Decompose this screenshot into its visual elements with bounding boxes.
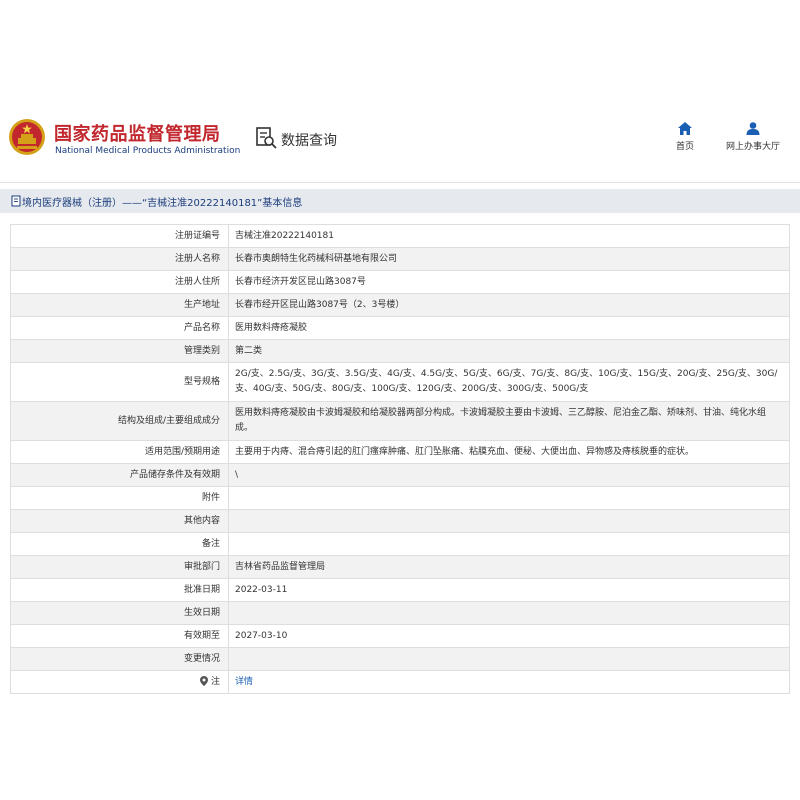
row-label: 型号规格 [10,362,229,402]
nav-online-label: 网上办事大厅 [725,142,780,152]
table-row: 产品储存条件及有效期 \ [10,463,790,487]
row-value: 2G/支、2.5G/支、3G/支、3.5G/支、4G/支、4.5G/支、5G/支… [228,362,790,402]
row-value: 第二类 [228,339,790,363]
data-query-label: 数据查询 [281,133,337,149]
row-label: 审批部门 [10,555,229,579]
table-row: 注 详情 [10,670,790,694]
table-row: 注册人住所 长春市经济开发区昆山路3087号 [10,270,790,294]
site-subtitle: National Medical Products Administration [55,146,241,156]
table-row: 结构及组成/主要组成成分 医用数料痔疮凝胶由卡波姆凝胶和给凝胶器两部分构成。卡波… [10,401,790,441]
breadcrumb: 境内医疗器械（注册）——“吉械注准20222140181”基本信息 [0,189,800,213]
row-label: 注册人住所 [10,270,229,294]
row-label: 生效日期 [10,601,229,625]
row-label: 产品储存条件及有效期 [10,463,229,487]
row-value: 医用数料痔疮凝胶由卡波姆凝胶和给凝胶器两部分构成。卡波姆凝胶主要由卡波姆、三乙醇… [228,401,790,441]
table-row: 适用范围/预期用途 主要用于内痔、混合痔引起的肛门瘙痒肿痛、肛门坠胀痛、粘膜充血… [10,440,790,464]
site-title[interactable]: 国家药品监督管理局 [54,120,221,146]
row-value-cell: 详情 [228,670,790,694]
row-value: 2027-03-10 [228,624,790,648]
row-label: 变更情况 [10,647,229,671]
row-value: 长春市经开区昆山路3087号（2、3号楼） [228,293,790,317]
home-icon [678,122,692,135]
row-label: 有效期至 [10,624,229,648]
row-label: 产品名称 [10,316,229,340]
document-icon [11,195,21,207]
registration-info-table: 注册证编号 吉械注准20222140181 注册人名称 长春市奥朗特生化药械科研… [10,224,790,694]
table-row: 其他内容 [10,509,790,533]
row-label: 附件 [10,486,229,510]
row-label: 管理类别 [10,339,229,363]
row-label: 适用范围/预期用途 [10,440,229,464]
nav-online-hall[interactable]: 网上办事大厅 [718,122,788,152]
site-header: 国家药品监督管理局 National Medical Products Admi… [0,110,800,172]
row-value: 2022-03-11 [228,578,790,602]
header-divider [0,182,800,183]
table-row: 生效日期 [10,601,790,625]
row-value [228,509,790,533]
row-label: 生产地址 [10,293,229,317]
row-label: 注 [210,676,220,687]
national-emblem-icon[interactable] [8,118,46,156]
row-label: 注册证编号 [10,224,229,248]
location-pin-icon [199,675,208,686]
row-label: 其他内容 [10,509,229,533]
table-row: 生产地址 长春市经开区昆山路3087号（2、3号楼） [10,293,790,317]
row-label: 结构及组成/主要组成成分 [10,401,229,441]
table-row: 备注 [10,532,790,556]
row-value: 医用数料痔疮凝胶 [228,316,790,340]
table-row: 管理类别 第二类 [10,339,790,363]
user-icon [746,122,760,135]
row-value: 吉械注准20222140181 [228,224,790,248]
row-label: 注册人名称 [10,247,229,271]
table-row: 附件 [10,486,790,510]
table-row: 注册证编号 吉械注准20222140181 [10,224,790,248]
row-value: \ [228,463,790,487]
nav-home[interactable]: 首页 [666,122,704,152]
table-row: 审批部门 吉林省药品监督管理局 [10,555,790,579]
row-value: 长春市经济开发区昆山路3087号 [228,270,790,294]
row-value [228,532,790,556]
row-label: 备注 [10,532,229,556]
row-label: 批准日期 [10,578,229,602]
row-value [228,486,790,510]
table-row: 产品名称 医用数料痔疮凝胶 [10,316,790,340]
row-value [228,647,790,671]
details-link[interactable]: 详情 [235,677,253,687]
table-row: 变更情况 [10,647,790,671]
row-value: 长春市奥朗特生化药械科研基地有限公司 [228,247,790,271]
row-value [228,601,790,625]
nav-home-label: 首页 [675,142,694,152]
table-row: 型号规格 2G/支、2.5G/支、3G/支、3.5G/支、4G/支、4.5G/支… [10,362,790,402]
row-value: 主要用于内痔、混合痔引起的肛门瘙痒肿痛、肛门坠胀痛、粘膜充血、便秘、大便出血、异… [228,440,790,464]
row-value: 吉林省药品监督管理局 [228,555,790,579]
data-query-icon [256,127,277,149]
table-row: 批准日期 2022-03-11 [10,578,790,602]
table-row: 注册人名称 长春市奥朗特生化药械科研基地有限公司 [10,247,790,271]
table-row: 有效期至 2027-03-10 [10,624,790,648]
breadcrumb-text: 境内医疗器械（注册）——“吉械注准20222140181”基本信息 [22,198,303,209]
note-label-cell: 注 [10,670,229,694]
